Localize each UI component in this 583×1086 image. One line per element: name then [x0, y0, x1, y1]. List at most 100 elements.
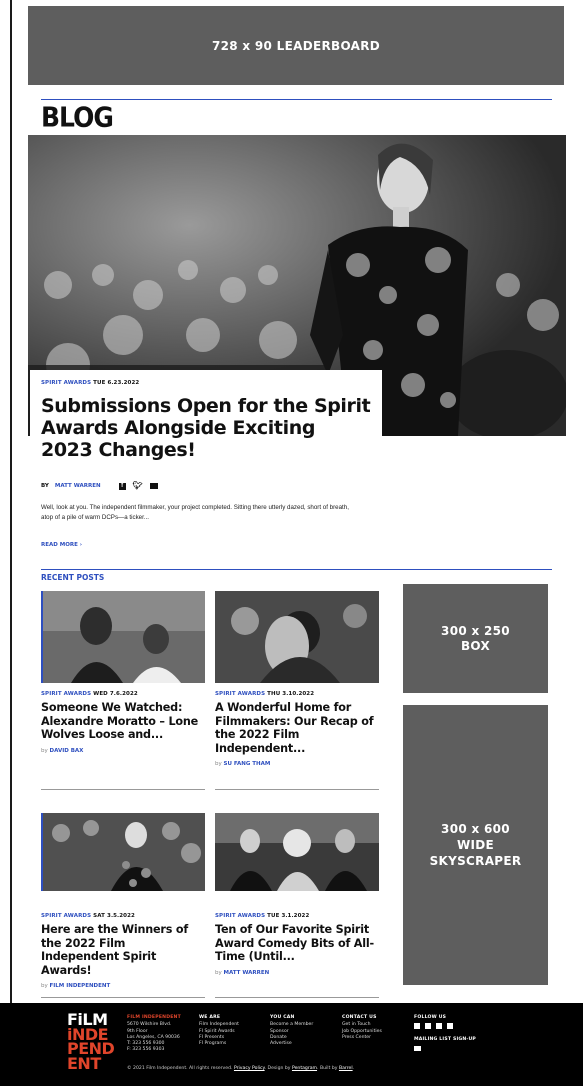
footer-address-column: FILM INDEPENDENT 5670 Wilshire Blvd. 9th… — [127, 1015, 181, 1054]
post-thumbnail[interactable] — [215, 591, 379, 683]
post-card[interactable]: SPIRIT AWARDS TUE 3.1.2022 Ten of Our Fa… — [215, 813, 379, 998]
post-category-link[interactable]: SPIRIT AWARDS — [41, 691, 91, 697]
mailing-icons — [414, 1045, 476, 1051]
builder-link[interactable]: Barrel — [339, 1066, 353, 1071]
post-headline-link[interactable]: Someone We Watched: Alexandre Moratto – … — [41, 701, 205, 742]
post-meta: SPIRIT AWARDS TUE 3.1.2022 — [215, 913, 379, 919]
mail-icon[interactable] — [414, 1045, 421, 1051]
post-category-link[interactable]: SPIRIT AWARDS — [215, 691, 265, 697]
feature-meta: SPIRIT AWARDS TUE 6.23.2022 — [41, 380, 139, 386]
twitter-icon[interactable]: 🐦︎ — [133, 482, 143, 490]
post-byline: by DAVID BAX — [41, 748, 205, 754]
box-ad[interactable]: 300 x 250 BOX — [403, 584, 548, 693]
post-date: TUE 3.1.2022 — [267, 913, 310, 919]
leaderboard-ad-label: 728 x 90 LEADERBOARD — [211, 38, 381, 53]
post-date: WED 7.6.2022 — [93, 691, 138, 697]
footer-link[interactable]: FI Spirit Awards — [199, 1029, 239, 1035]
feature-category-link[interactable]: SPIRIT AWARDS — [41, 380, 91, 386]
footer-you-can-heading: YOU CAN — [270, 1015, 295, 1020]
skyscraper-ad-label-1: WIDE — [456, 838, 495, 852]
footer-link[interactable]: Job Opportunities — [342, 1029, 382, 1035]
footer-we-are-heading: WE ARE — [199, 1015, 221, 1020]
footer-link[interactable]: Film Independent — [199, 1022, 239, 1028]
post-category-link[interactable]: SPIRIT AWARDS — [215, 913, 265, 919]
logo-line: ENT — [67, 1053, 101, 1073]
share-icons: f 🐦︎ — [118, 482, 158, 490]
post-headline-link[interactable]: Here are the Winners of the 2022 Film In… — [41, 923, 205, 977]
read-more-link[interactable]: READ MORE › — [41, 542, 82, 548]
footer-mailing-heading: MAILING LIST SIGN-UP — [414, 1037, 477, 1043]
box-ad-label: BOX — [460, 638, 491, 653]
fax-line: F: 323 556 9303 — [127, 1047, 165, 1053]
privacy-policy-link[interactable]: Privacy Policy — [234, 1066, 265, 1071]
post-author-link[interactable]: DAVID BAX — [50, 748, 84, 754]
page-left-border — [10, 0, 12, 1003]
skyscraper-ad-size: 300 x 600 — [441, 822, 510, 836]
post-byline: by FILM INDEPENDENT — [41, 983, 205, 989]
thumb-accent-bar — [41, 591, 43, 683]
facebook-icon[interactable]: f — [118, 482, 126, 490]
post-thumbnail-image — [215, 591, 379, 683]
post-divider — [215, 997, 379, 998]
designer-link[interactable]: Pentagram — [292, 1066, 317, 1071]
social-icons — [414, 1023, 476, 1030]
post-headline-link[interactable]: A Wonderful Home for Filmmakers: Our Rec… — [215, 701, 379, 755]
recent-posts-rule — [41, 569, 552, 570]
post-author-link[interactable]: FILM INDEPENDENT — [50, 983, 111, 989]
footer-link[interactable]: Press Center — [342, 1035, 382, 1041]
film-independent-logo[interactable]: FiLM iNDE PEND ENT — [67, 1012, 115, 1073]
post-thumbnail[interactable] — [41, 813, 205, 891]
skyscraper-ad-label-2: SKYSCRAPER — [429, 854, 522, 868]
site-footer: FiLM iNDE PEND ENT FILM INDEPENDENT 5670… — [0, 1003, 583, 1086]
byline-prefix: BY — [41, 483, 49, 489]
design-by-text: Design by — [267, 1066, 291, 1071]
post-divider — [41, 997, 205, 998]
leaderboard-ad[interactable]: 728 x 90 LEADERBOARD — [28, 6, 564, 85]
recent-posts-title: RECENT POSTS — [41, 573, 105, 582]
thumb-accent-bar — [41, 813, 43, 891]
post-byline: by MATT WARREN — [215, 970, 379, 976]
post-card[interactable]: SPIRIT AWARDS THU 3.10.2022 A Wonderful … — [215, 591, 379, 790]
footer-contact-column: CONTACT US Get in Touch Job Opportunitie… — [342, 1015, 382, 1041]
feature-byline: BY MATT WARREN f 🐦︎ — [41, 482, 158, 490]
post-category-link[interactable]: SPIRIT AWARDS — [41, 913, 91, 919]
feature-excerpt: Well, look at you. The independent filmm… — [41, 504, 349, 521]
post-meta: SPIRIT AWARDS SAT 3.5.2022 — [41, 913, 205, 919]
byline-prefix: by — [215, 969, 222, 976]
youtube-icon[interactable] — [447, 1023, 453, 1030]
post-thumbnail[interactable] — [41, 591, 205, 683]
post-thumbnail-image — [215, 813, 379, 891]
post-author-link[interactable]: SU FANG THAM — [224, 761, 271, 767]
post-thumbnail[interactable] — [215, 813, 379, 891]
footer-link[interactable]: Advertise — [270, 1041, 313, 1047]
post-headline-link[interactable]: Ten of Our Favorite Spirit Award Comedy … — [215, 923, 379, 964]
instagram-icon[interactable] — [436, 1023, 442, 1030]
post-divider — [215, 789, 379, 790]
byline-prefix: by — [41, 983, 48, 989]
post-author-link[interactable]: MATT WARREN — [224, 970, 270, 976]
skyscraper-ad[interactable]: 300 x 600 WIDE SKYSCRAPER — [403, 705, 548, 985]
footer-follow-heading: FOLLOW US — [414, 1015, 447, 1020]
post-divider — [41, 789, 205, 790]
byline-prefix: by — [215, 761, 222, 767]
post-card[interactable]: SPIRIT AWARDS WED 7.6.2022 Someone We Wa… — [41, 591, 205, 790]
footer-link[interactable]: FI Programs — [199, 1041, 239, 1047]
footer-copyright: © 2021 Film Independent. All rights rese… — [127, 1066, 355, 1071]
page-title: BLOG — [41, 101, 114, 133]
byline-prefix: by — [41, 747, 48, 754]
post-card[interactable]: SPIRIT AWARDS SAT 3.5.2022 Here are the … — [41, 813, 205, 998]
footer-you-can-column: YOU CAN Become a Member Sponsor Donate A… — [270, 1015, 313, 1047]
post-meta: SPIRIT AWARDS THU 3.10.2022 — [215, 691, 379, 697]
post-date: SAT 3.5.2022 — [93, 913, 135, 919]
feature-author-link[interactable]: MATT WARREN — [55, 483, 101, 489]
twitter-icon[interactable] — [425, 1023, 431, 1030]
footer-contact-heading: CONTACT US — [342, 1015, 377, 1020]
footer-follow-column: FOLLOW US MAILING LIST SIGN-UP — [414, 1015, 476, 1051]
feature-headline-link[interactable]: Submissions Open for the Spirit Awards A… — [41, 395, 371, 461]
post-date: THU 3.10.2022 — [267, 691, 315, 697]
mail-icon[interactable] — [149, 483, 158, 489]
built-by-text: Built by — [319, 1066, 338, 1071]
facebook-icon[interactable] — [414, 1023, 420, 1030]
post-thumbnail-image — [41, 591, 205, 683]
footer-link[interactable]: Become a Member — [270, 1022, 313, 1028]
